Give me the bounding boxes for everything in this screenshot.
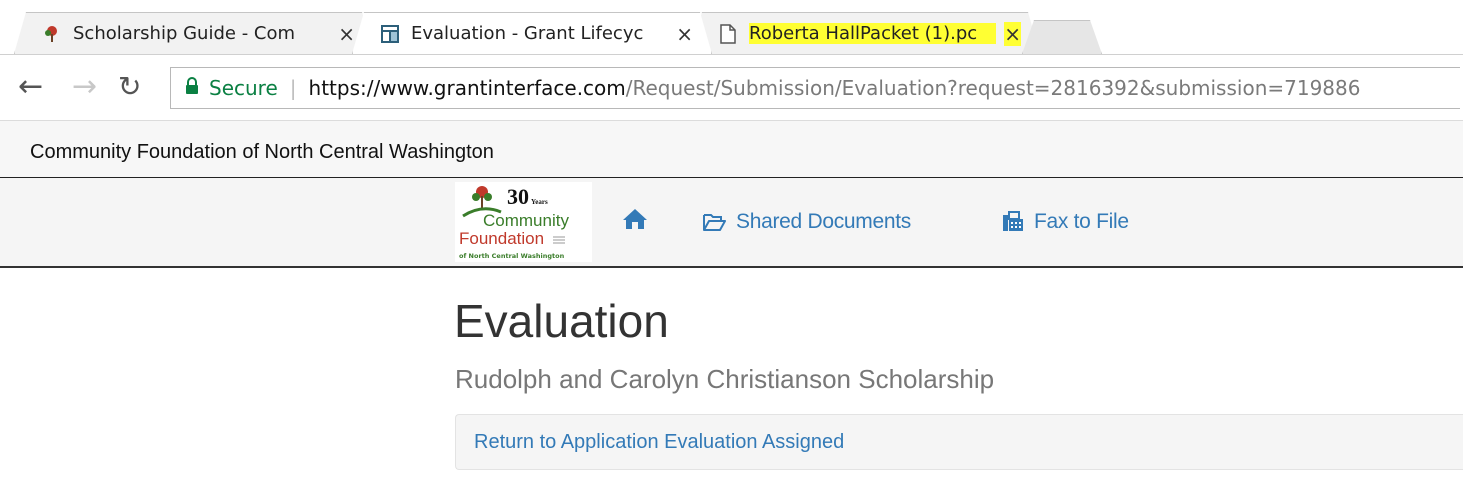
tab-title: Roberta HallPacket (1).pc: [749, 23, 996, 44]
browser-tab-evaluation[interactable]: Evaluation - Grant Lifecyc ×: [352, 12, 712, 54]
svg-text:30: 30: [507, 184, 529, 209]
site-header: Community Foundation of North Central Wa…: [0, 120, 1463, 179]
browser-tab-scholarship-guide[interactable]: Scholarship Guide - Com ×: [14, 12, 374, 54]
browser-tab-pdf[interactable]: Roberta HallPacket (1).pc ×: [690, 12, 1040, 54]
svg-text:Community: Community: [483, 211, 569, 230]
tree-favicon-icon: [41, 23, 63, 45]
svg-text:Years: Years: [531, 198, 548, 206]
tab-close-icon[interactable]: ×: [676, 22, 693, 46]
document-icon: [717, 23, 739, 45]
url-host: https://www.grantinterface.com: [308, 76, 626, 100]
main-navbar: 30 Years Community Foundation of North C…: [0, 178, 1463, 268]
forward-arrow-icon[interactable]: →: [72, 69, 97, 104]
tab-title: Scholarship Guide - Com: [73, 23, 296, 44]
foundation-logo[interactable]: 30 Years Community Foundation of North C…: [455, 182, 592, 262]
new-tab-button[interactable]: [1022, 20, 1102, 54]
url-path: /Request/Submission/Evaluation?request=2…: [625, 76, 1361, 100]
browser-toolbar: ← → ↻ Secure | https://www.grantinterfac…: [0, 54, 1463, 121]
nav-fax-to-file-label: Fax to File: [1034, 210, 1129, 233]
secure-label: Secure: [209, 76, 278, 100]
tab-title: Evaluation - Grant Lifecyc: [411, 23, 644, 44]
tab-close-icon[interactable]: ×: [338, 22, 355, 46]
back-arrow-icon[interactable]: ←: [18, 69, 43, 104]
nav-fax-to-file[interactable]: Fax to File: [1002, 210, 1129, 234]
url-separator: |: [289, 76, 297, 100]
svg-text:of North Central Washington: of North Central Washington: [459, 252, 565, 260]
address-bar[interactable]: Secure | https://www.grantinterface.com …: [170, 67, 1460, 109]
page-title: Evaluation: [454, 295, 669, 347]
folder-open-icon: [703, 214, 726, 231]
breadcrumb: Return to Application Evaluation Assigne…: [455, 414, 1463, 470]
tab-close-icon[interactable]: ×: [1004, 22, 1021, 46]
nav-shared-documents-label: Shared Documents: [736, 210, 911, 233]
site-title: Community Foundation of North Central Wa…: [30, 141, 494, 163]
grid-favicon-icon: [379, 23, 401, 45]
fax-icon: [1003, 211, 1023, 231]
home-icon: [623, 209, 647, 229]
nav-home[interactable]: [622, 208, 658, 230]
svg-text:Foundation: Foundation: [459, 229, 544, 248]
lock-icon: [185, 76, 199, 100]
reload-icon[interactable]: ↻: [118, 70, 141, 103]
return-to-evaluations-link[interactable]: Return to Application Evaluation Assigne…: [474, 431, 844, 454]
nav-shared-documents[interactable]: Shared Documents: [702, 210, 911, 234]
page-subtitle: Rudolph and Carolyn Christianson Scholar…: [455, 364, 995, 394]
